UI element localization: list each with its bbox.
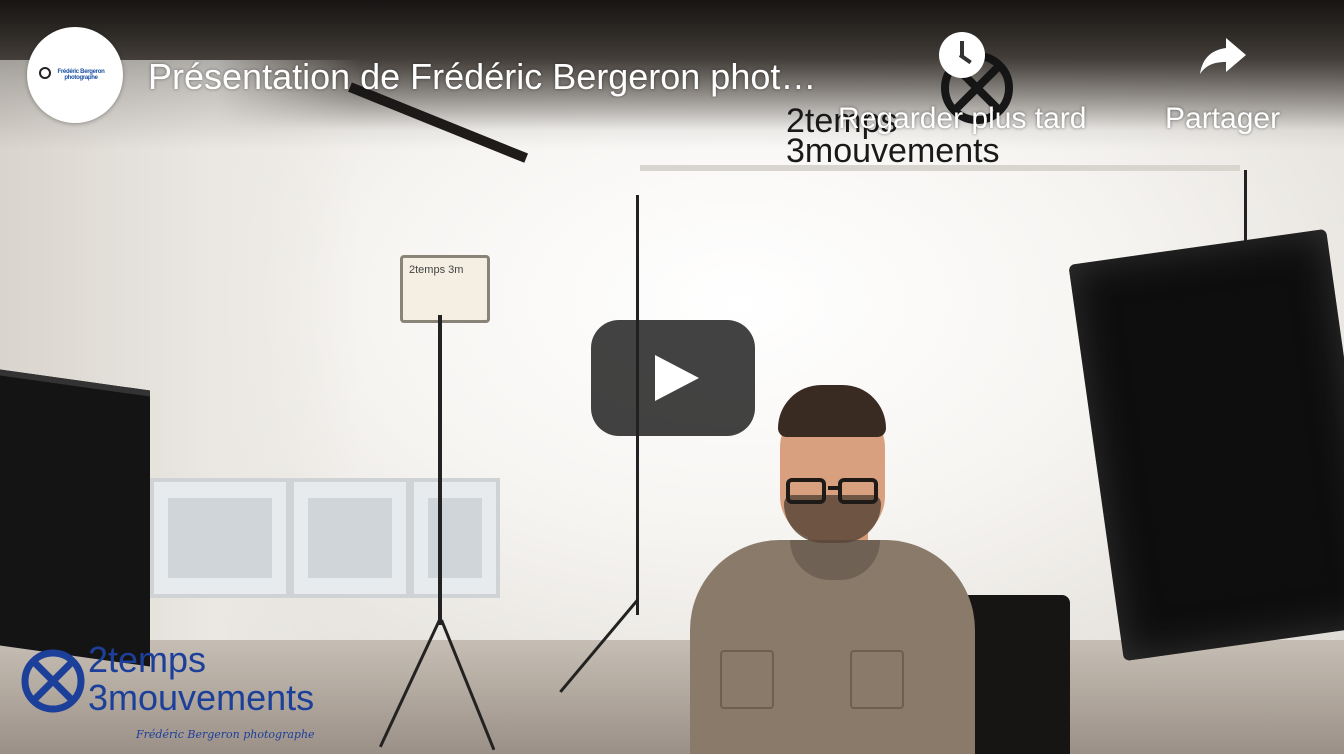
video-title[interactable]: Présentation de Frédéric Bergeron photog… [148, 56, 818, 98]
play-icon [655, 355, 699, 401]
share-arrow-icon [1198, 30, 1248, 80]
watermark-logo-bottom: 2temps 3mouvements Frédéric Bergeron pho… [18, 640, 378, 750]
watch-later-label: Regarder plus tard [838, 102, 1087, 135]
watch-later-button[interactable]: Regarder plus tard [838, 30, 1086, 136]
logo-bottom-line2: 3mouvements [88, 677, 315, 718]
play-button[interactable] [591, 320, 755, 436]
shirt-pocket [850, 650, 904, 709]
glasses-lens [786, 478, 826, 504]
clock-icon [937, 30, 987, 80]
logo-mark-icon [21, 649, 85, 713]
glasses-bridge [828, 486, 838, 490]
shirt-pocket [720, 650, 774, 709]
presenter-hair [778, 385, 886, 437]
logo-signature: Frédéric Bergeron photographe [136, 728, 315, 741]
channel-avatar[interactable]: Frédéric Bergeron photographe [27, 27, 123, 123]
share-button[interactable]: Partager [1165, 30, 1280, 136]
glasses-lens [838, 478, 878, 504]
share-label: Partager [1165, 102, 1281, 135]
logo-bottom-line1: 2temps [88, 639, 207, 680]
channel-avatar-text: Frédéric Bergeron photographe [57, 69, 105, 81]
